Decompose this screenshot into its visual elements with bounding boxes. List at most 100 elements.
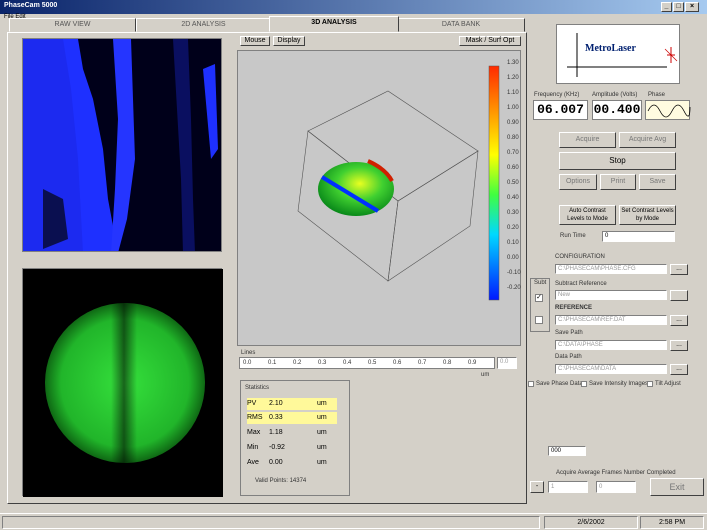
subtract-group-label: Subt — [534, 280, 547, 286]
colorbar-label: 0.70 — [507, 150, 519, 156]
subtract-field[interactable]: New — [555, 290, 667, 300]
colorbar-label: -0.20 — [507, 285, 521, 291]
set-contrast-button[interactable]: Set Contrast Levels by Mode — [619, 205, 676, 225]
surface-3d-view[interactable] — [237, 50, 521, 346]
colorbar-label: 0.20 — [507, 225, 519, 231]
display-button[interactable]: Display — [273, 36, 305, 46]
stat-row-max: Max 1.18 um — [247, 427, 337, 439]
small-count-field[interactable]: 000 — [548, 446, 586, 456]
save-phase-checkbox[interactable] — [528, 381, 534, 387]
tab-raw-view[interactable]: RAW VIEW — [9, 18, 136, 32]
config-browse-button[interactable]: ... — [670, 264, 688, 275]
amplitude-display[interactable]: 00.400 — [592, 100, 642, 120]
tab-data-bank[interactable]: DATA BANK — [397, 18, 525, 32]
stat-label: Min — [247, 444, 259, 451]
frequency-display[interactable]: 06.007 — [533, 100, 588, 120]
stat-label: RMS — [247, 414, 263, 421]
colorbar-label: 1.00 — [507, 105, 519, 111]
colorbar-label: 0.60 — [507, 165, 519, 171]
maximize-button[interactable]: □ — [673, 2, 684, 12]
subtract-checkbox[interactable]: ✓ — [535, 294, 543, 302]
strip-label: Lines — [241, 350, 256, 356]
stat-label: Ave — [247, 459, 259, 466]
logo-text: MetroLaser — [585, 43, 636, 54]
scale-tick: 0.3 — [318, 360, 327, 366]
save-intensity-checkbox[interactable] — [581, 381, 587, 387]
subtract-browse-button[interactable] — [670, 290, 688, 301]
tilt-adjust-label: Tilt Adjust — [655, 381, 681, 387]
stat-label: Max — [247, 429, 261, 436]
tab-strip: RAW VIEW 2D ANALYSIS 3D ANALYSIS DATA BA… — [7, 16, 527, 32]
tab-2d-analysis[interactable]: 2D ANALYSIS — [136, 18, 271, 32]
statistics-box: Statistics PV 2.10 um RMS 0.33 um Max 1.18 um … — [240, 380, 350, 496]
colorbar-label: 1.10 — [507, 90, 519, 96]
stat-unit: um — [317, 400, 327, 407]
stat-value: -0.92 — [269, 444, 285, 451]
save-button[interactable]: Save — [639, 174, 676, 190]
run-time-field[interactable]: 0 — [602, 231, 675, 242]
colorbar-label: 1.20 — [507, 75, 519, 81]
phase-label: Phase — [648, 92, 666, 98]
decrement-button[interactable]: - — [530, 481, 544, 493]
stop-button[interactable]: Stop — [559, 152, 676, 170]
run-time-label: Run Time — [560, 233, 586, 239]
close-button[interactable]: × — [685, 2, 699, 12]
data-path-label: Data Path — [555, 354, 582, 360]
tab-3d-analysis[interactable]: 3D ANALYSIS — [269, 16, 399, 32]
acquire-average-button[interactable]: Acquire Avg — [619, 132, 676, 148]
data-path-browse-button[interactable]: ... — [670, 364, 688, 375]
amplitude-label: Amplitude (Volts) — [592, 92, 638, 98]
stat-label: PV — [247, 400, 257, 407]
stat-unit: um — [317, 459, 327, 466]
sine-wave-icon — [647, 104, 691, 118]
stat-row-min: Min -0.92 um — [247, 442, 337, 454]
completed-field[interactable]: 0 — [596, 481, 636, 493]
save-path-browse-button[interactable]: ... — [670, 340, 688, 351]
scale-tick: 0.7 — [418, 360, 427, 366]
stat-value: 0.33 — [269, 414, 283, 421]
config-path-field[interactable]: C:\PHASECAM\PHASE.CFG — [555, 264, 667, 274]
scale-tick: 0.8 — [443, 360, 452, 366]
status-date: 2/6/2002 — [544, 516, 638, 529]
reference-browse-button[interactable]: ... — [670, 315, 688, 326]
colorbar-label: 0.30 — [507, 210, 519, 216]
colorbar-label: 0.10 — [507, 240, 519, 246]
scale-tick: 0.2 — [293, 360, 302, 366]
phase-map-graphic — [23, 39, 221, 251]
phase-wave-display — [645, 100, 691, 120]
stat-unit: um — [317, 429, 327, 436]
colorbar-label: 0.40 — [507, 195, 519, 201]
tilt-adjust-checkbox[interactable] — [647, 381, 653, 387]
scale-tick: 0.0 — [243, 360, 252, 366]
status-message — [2, 516, 540, 529]
logo: MetroLaser — [556, 24, 680, 84]
reference-checkbox[interactable] — [535, 316, 543, 324]
mouse-button[interactable]: Mouse — [240, 36, 270, 46]
scale-tick: 0.4 — [343, 360, 352, 366]
colorbar-label: -0.10 — [507, 270, 521, 276]
auto-contrast-button[interactable]: Auto Contrast Levels to Mode — [559, 205, 616, 225]
data-path-field[interactable]: C:\PHASECAM\DATA — [555, 364, 667, 374]
acquire-button[interactable]: Acquire — [559, 132, 616, 148]
save-path-field[interactable]: C:\DATA\PHASE — [555, 340, 667, 350]
scale-strip: 0.0 0.1 0.2 0.3 0.4 0.5 0.6 0.7 0.8 0.9 — [239, 357, 495, 369]
options-button[interactable]: Options — [559, 174, 597, 190]
config-label: CONFIGURATION — [555, 254, 605, 260]
colorbar-label: 0.50 — [507, 180, 519, 186]
strip-end-field[interactable]: 0.0 — [497, 357, 517, 369]
average-frames-field[interactable]: 1 — [548, 481, 588, 493]
mask-options-button[interactable]: Mask / Surf Opt — [459, 36, 521, 46]
reference-path-field[interactable]: C:\PHASECAM\REF.DAT — [555, 315, 667, 325]
window-title: PhaseCam 5000 — [4, 2, 58, 9]
stat-row-ave: Ave 0.00 um — [247, 457, 337, 469]
print-button[interactable]: Print — [600, 174, 636, 190]
minimize-button[interactable]: _ — [661, 2, 672, 12]
statistics-title: Statistics — [245, 385, 270, 391]
scale-tick: 0.5 — [368, 360, 377, 366]
scale-tick: 0.1 — [268, 360, 277, 366]
status-time: 2:58 PM — [640, 516, 704, 529]
exit-button[interactable]: Exit — [650, 478, 704, 496]
status-bar: 2/6/2002 2:58 PM — [0, 513, 707, 530]
stat-row-rms: RMS 0.33 um — [247, 412, 337, 424]
intensity-image — [22, 268, 223, 497]
